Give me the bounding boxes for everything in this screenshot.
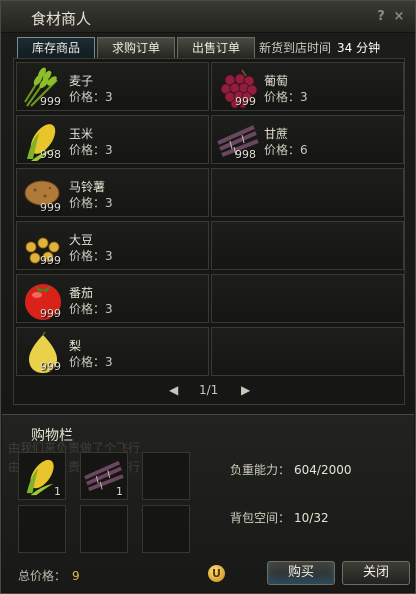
goods-price: 价格：3: [69, 90, 113, 104]
bag-space-value: 10/32: [294, 511, 329, 525]
goods-slot-pear[interactable]: 999 梨 价格：3: [16, 327, 209, 376]
goods-price: 价格：3: [69, 196, 113, 210]
goods-price: 价格：3: [69, 302, 113, 316]
restock-timer: 新货到店时间 34 分钟: [259, 39, 380, 56]
weight-capacity: 负重能力： 604/2000: [230, 461, 352, 478]
pagination: ◀ 1/1 ▶: [161, 383, 261, 399]
goods-qty: 999: [235, 95, 256, 108]
title-bar[interactable]: 食材商人 ? ×: [1, 1, 415, 33]
prev-page-icon[interactable]: ◀: [169, 383, 178, 397]
goods-slot-wheat[interactable]: 999 麦子 价格：3: [16, 62, 209, 111]
weight-capacity-value: 604/2000: [294, 463, 352, 477]
goods-slot-empty[interactable]: [211, 327, 404, 376]
bag-space: 背包空间： 10/32: [230, 509, 329, 526]
cart-qty: 1: [54, 485, 61, 498]
goods-slot-tomato[interactable]: 999 番茄 价格：3: [16, 274, 209, 323]
goods-qty: 998: [235, 148, 256, 161]
tab-purchase-orders[interactable]: 求购订单: [97, 37, 175, 59]
cart-slot-corn[interactable]: 1: [18, 452, 66, 500]
goods-price: 价格：3: [69, 143, 113, 157]
goods-slot-potato[interactable]: 999 马铃薯 价格：3: [16, 168, 209, 217]
weight-capacity-label: 负重能力：: [230, 463, 291, 477]
goods-slot-empty[interactable]: [211, 168, 404, 217]
goods-panel: 999 麦子 价格：3 999 葡萄 价格：3 998 玉米 价格：3 998 …: [13, 58, 405, 405]
cart-slot-empty[interactable]: [142, 505, 190, 553]
bag-space-label: 背包空间：: [230, 511, 291, 525]
goods-qty: 999: [40, 307, 61, 320]
goods-price: 价格：3: [264, 90, 308, 104]
cart-slot-sugarcane[interactable]: 1: [80, 452, 128, 500]
page-indicator: 1/1: [199, 383, 219, 397]
goods-qty: 998: [40, 148, 61, 161]
goods-name: 大豆: [69, 233, 94, 247]
goods-slot-empty[interactable]: [211, 221, 404, 270]
total-price: 总价格： 9: [18, 567, 80, 584]
currency-icon: U: [208, 565, 225, 582]
goods-name: 玉米: [69, 127, 94, 141]
goods-name: 梨: [69, 339, 82, 353]
close-button[interactable]: 关闭: [342, 561, 410, 585]
goods-name: 甘蔗: [264, 127, 289, 141]
goods-qty: 999: [40, 360, 61, 373]
goods-slot-soybean[interactable]: 999 大豆 价格：3: [16, 221, 209, 270]
goods-name: 麦子: [69, 74, 94, 88]
restock-label: 新货到店时间: [259, 41, 332, 55]
tab-inventory[interactable]: 库存商品: [17, 37, 95, 59]
goods-price: 价格：3: [69, 355, 113, 369]
cart-panel: 由我们来负责做了个飞行 由我们来负责做了个飞行 购物栏 1 1 负重能力： 604…: [2, 414, 414, 592]
merchant-window: 食材商人 ? × 库存商品 求购订单 出售订单 新货到店时间 34 分钟 999 …: [0, 0, 416, 594]
cart-slot-empty[interactable]: [18, 505, 66, 553]
cart-slot-empty[interactable]: [142, 452, 190, 500]
goods-price: 价格：3: [69, 249, 113, 263]
goods-slot-grape[interactable]: 999 葡萄 价格：3: [211, 62, 404, 111]
goods-slot-sugarcane[interactable]: 998 甘蔗 价格：6: [211, 115, 404, 164]
goods-name: 马铃薯: [69, 180, 106, 194]
cart-title: 购物栏: [31, 428, 73, 444]
cart-qty: 1: [116, 485, 123, 498]
goods-qty: 999: [40, 201, 61, 214]
total-price-label: 总价格：: [18, 569, 67, 583]
goods-price: 价格：6: [264, 143, 308, 157]
total-price-value: 9: [72, 569, 80, 583]
close-icon[interactable]: ×: [391, 9, 407, 25]
restock-value: 34 分钟: [337, 41, 381, 55]
goods-qty: 999: [40, 95, 61, 108]
cart-slot-empty[interactable]: [80, 505, 128, 553]
tab-sell-orders[interactable]: 出售订单: [177, 37, 255, 59]
goods-slot-empty[interactable]: [211, 274, 404, 323]
help-icon[interactable]: ?: [373, 9, 389, 25]
goods-name: 番茄: [69, 286, 94, 300]
window-title: 食材商人: [31, 10, 92, 28]
buy-button[interactable]: 购买: [267, 561, 335, 585]
goods-slot-corn[interactable]: 998 玉米 价格：3: [16, 115, 209, 164]
goods-name: 葡萄: [264, 74, 289, 88]
goods-qty: 999: [40, 254, 61, 267]
next-page-icon[interactable]: ▶: [241, 383, 250, 397]
